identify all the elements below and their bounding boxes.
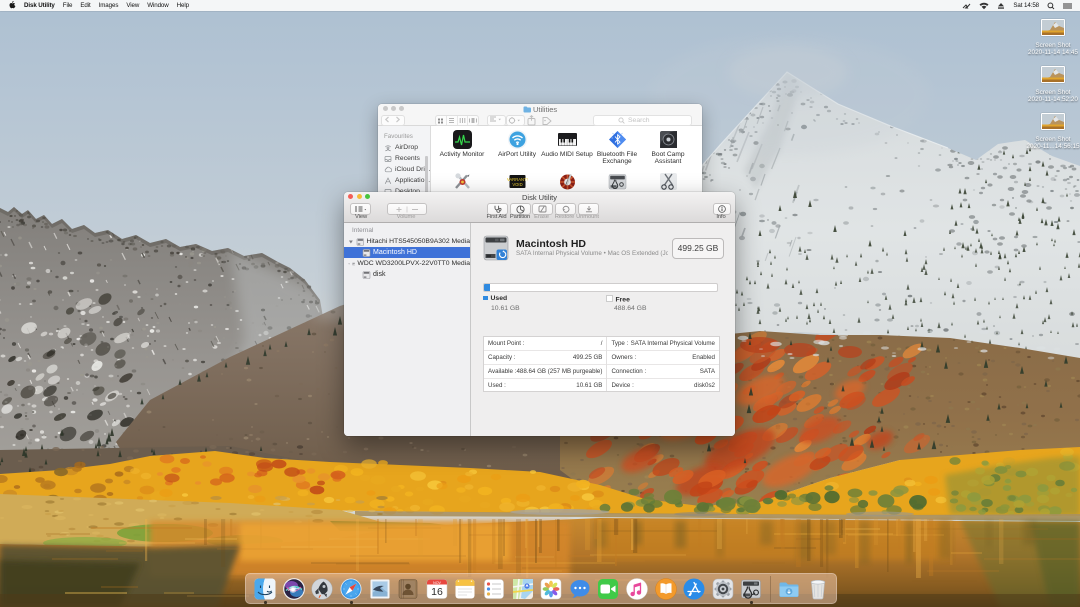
- svg-text:VOID: VOID: [512, 182, 522, 187]
- svg-text:16: 16: [431, 586, 443, 598]
- svg-text:NOV: NOV: [433, 580, 441, 584]
